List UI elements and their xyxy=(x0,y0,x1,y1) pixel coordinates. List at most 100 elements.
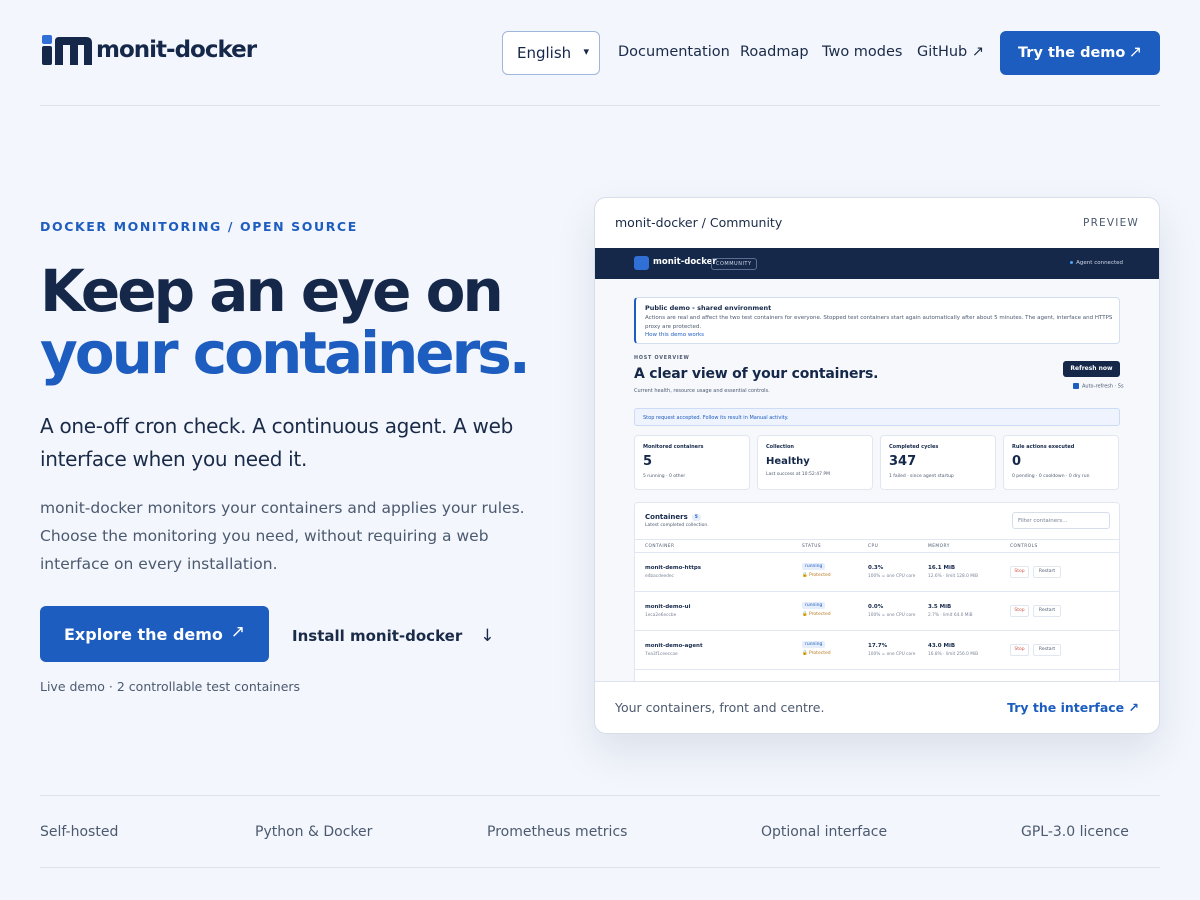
stat-foot: 1 failed · since agent startup xyxy=(889,474,954,479)
preview-card: monit-docker / Community PREVIEW monit-d… xyxy=(594,197,1160,734)
stop-button[interactable]: Stop xyxy=(1010,644,1029,656)
auto-refresh-checkbox[interactable]: Auto-refresh · 5s xyxy=(1073,383,1124,390)
cpu-value: 0.0% xyxy=(868,604,884,610)
memory-value: 16.1 MiB xyxy=(928,565,956,571)
nav-github[interactable]: GitHub ↗ xyxy=(917,44,984,60)
language-select[interactable]: English ▾ xyxy=(502,31,600,75)
stat-label: Completed cycles xyxy=(889,444,939,450)
app-eyebrow: HOST OVERVIEW xyxy=(634,356,690,361)
feature-licence: GPL-3.0 licence xyxy=(1021,824,1129,840)
memory-note: 16.8% · limit 256.0 MiB xyxy=(928,652,979,657)
protected-label: 🔒 Protected xyxy=(802,651,831,656)
stat-foot: 0 pending · 0 cooldown · 0 dry run xyxy=(1012,474,1090,479)
stat-foot: 5 running · 0 other xyxy=(643,474,686,479)
logo-text: monit-docker xyxy=(96,37,257,63)
stop-button[interactable]: Stop xyxy=(1010,605,1029,617)
hero-body: monit-docker monitors your containers an… xyxy=(40,499,525,573)
col-container: CONTAINER xyxy=(645,544,675,549)
stat-label: Monitored containers xyxy=(643,444,704,450)
preview-card-footer: Your containers, front and centre. Try t… xyxy=(595,681,1159,733)
try-interface-link[interactable]: Try the interface ↗ xyxy=(1007,700,1139,715)
notice-link[interactable]: How this demo works xyxy=(645,332,1110,338)
memory-value: 3.5 MiB xyxy=(928,604,952,610)
stat-value: Healthy xyxy=(766,456,810,467)
app-subheading: Current health, resource usage and essen… xyxy=(634,388,770,394)
table-row: monit-demo-agent 7ea3f1ceeccae running 🔒… xyxy=(635,631,1119,670)
restart-button[interactable]: Restart xyxy=(1033,566,1061,578)
app-edition-badge: COMMUNITY xyxy=(711,258,757,270)
containers-table: Containers 5 Latest completed collection.… xyxy=(634,502,1120,682)
nav-two-modes[interactable]: Two modes xyxy=(822,44,902,60)
stat-label: Collection xyxy=(766,444,794,450)
refresh-now-button[interactable]: Refresh now xyxy=(1063,361,1120,377)
preview-tag: PREVIEW xyxy=(1083,217,1139,229)
stat-label: Rule actions executed xyxy=(1012,444,1075,450)
table-title: Containers 5 xyxy=(645,513,701,521)
hero-lead: A one-off cron check. A continuous agent… xyxy=(40,414,514,471)
app-heading: A clear view of your containers. xyxy=(634,366,879,382)
external-arrow-icon: ↗ xyxy=(230,622,245,642)
protected-text: Protected xyxy=(809,651,831,656)
stat-card: Monitored containers 5 5 running · 0 oth… xyxy=(634,435,750,490)
stat-value: 5 xyxy=(643,454,653,469)
container-id: e4bacdeedec xyxy=(645,574,674,579)
stat-value: 0 xyxy=(1012,454,1022,469)
restart-button[interactable]: Restart xyxy=(1033,605,1061,617)
col-cpu: CPU xyxy=(868,544,879,549)
table-title-text: Containers xyxy=(645,513,688,521)
hero-title-line2: your containers. xyxy=(40,319,531,387)
hero-eyebrow: DOCKER MONITORING / OPEN SOURCE xyxy=(40,219,358,234)
feature-self-hosted: Self-hosted xyxy=(40,824,119,840)
memory-note: 2.7% · limit 64.0 MiB xyxy=(928,613,973,618)
table-row: monit-demo-https e4bacdeedec running 🔒 P… xyxy=(635,553,1119,592)
notice-text: Actions are real and affect the two test… xyxy=(645,315,1113,330)
try-demo-label: Try the demo xyxy=(1018,45,1126,61)
try-demo-button[interactable]: Try the demo ↗ xyxy=(1000,31,1160,75)
notice-title: Public demo - shared environment xyxy=(645,304,772,312)
lock-icon: 🔒 xyxy=(802,651,808,656)
container-id: 1eca2e6eccbe xyxy=(645,613,677,618)
arrow-down-icon: ↓ xyxy=(480,626,495,646)
feature-prometheus: Prometheus metrics xyxy=(487,824,628,840)
app-logo-icon xyxy=(634,256,649,270)
col-controls: CONTROLS xyxy=(1010,544,1038,549)
stat-foot: Last success at 10:52:47 PM xyxy=(766,472,831,477)
nav-documentation[interactable]: Documentation xyxy=(618,44,730,60)
explore-demo-button[interactable]: Explore the demo ↗ xyxy=(40,606,269,662)
protected-text: Protected xyxy=(809,612,831,617)
site-header: monit-docker English ▾ Documentation Roa… xyxy=(40,0,1160,106)
protected-text: Protected xyxy=(809,573,831,578)
preview-caption: Your containers, front and centre. xyxy=(615,700,825,715)
lock-icon: 🔒 xyxy=(802,612,808,617)
nav-roadmap[interactable]: Roadmap xyxy=(740,44,809,60)
app-name: monit-docker xyxy=(653,257,717,267)
memory-note: 12.6% · limit 128.0 MiB xyxy=(928,574,979,579)
logo[interactable]: monit-docker xyxy=(42,35,257,65)
demo-notice: Public demo - shared environment Actions… xyxy=(634,297,1120,344)
table-row: monit-demo-ui 1eca2e6eccbe running 🔒 Pro… xyxy=(635,592,1119,631)
install-label: Install monit-docker xyxy=(292,627,463,645)
status-badge: running xyxy=(802,641,826,648)
stop-button[interactable]: Stop xyxy=(1010,566,1029,578)
memory-value: 43.0 MiB xyxy=(928,643,956,649)
stat-value: 347 xyxy=(889,454,917,469)
cpu-value: 17.7% xyxy=(868,643,888,649)
cpu-note: 100% = one CPU core xyxy=(868,613,916,618)
hero-title: Keep an eye on your containers. xyxy=(40,260,580,384)
explore-demo-label: Explore the demo xyxy=(64,624,223,644)
container-count-badge: 5 xyxy=(691,513,701,521)
feature-strip: Self-hosted Python & Docker Prometheus m… xyxy=(40,795,1160,868)
stat-card: Rule actions executed 0 0 pending · 0 co… xyxy=(1003,435,1119,490)
status-badge: running xyxy=(802,602,826,609)
feature-python-docker: Python & Docker xyxy=(255,824,373,840)
app-topbar: monit-docker COMMUNITY Agent connected xyxy=(595,248,1159,279)
action-banner: Stop request accepted. Follow its result… xyxy=(634,408,1120,426)
status-badge: running xyxy=(802,563,826,570)
filter-containers-input[interactable]: Filter containers... xyxy=(1012,512,1110,529)
install-link[interactable]: Install monit-docker ↓ xyxy=(292,626,494,646)
language-value: English xyxy=(517,44,572,62)
cpu-note: 100% = one CPU core xyxy=(868,574,916,579)
restart-button[interactable]: Restart xyxy=(1033,644,1061,656)
cpu-value: 0.3% xyxy=(868,565,884,571)
feature-optional-interface: Optional interface xyxy=(761,824,888,840)
